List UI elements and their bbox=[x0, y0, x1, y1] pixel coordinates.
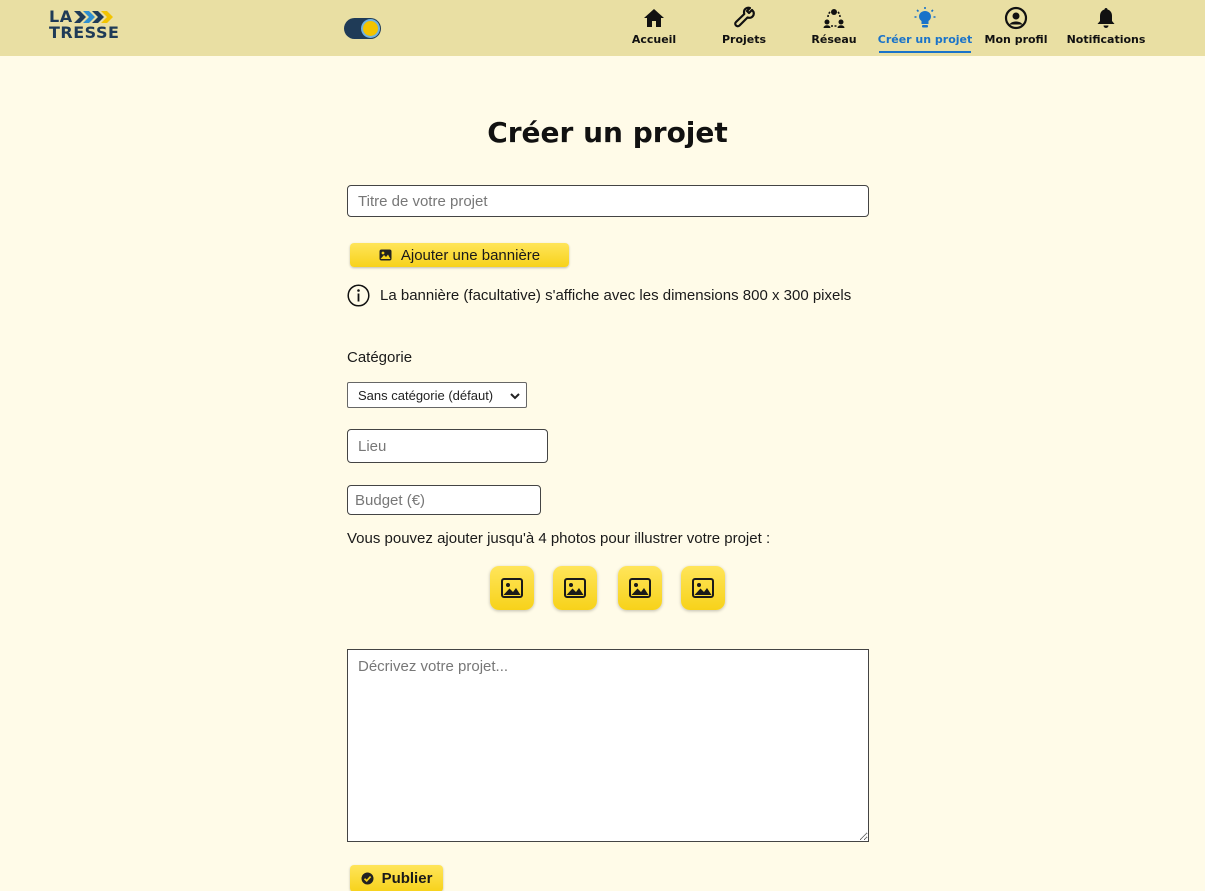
add-banner-button[interactable]: Ajouter une bannière bbox=[350, 243, 569, 267]
theme-toggle[interactable] bbox=[344, 18, 381, 39]
nav-creer-projet[interactable]: Créer un projet bbox=[878, 6, 972, 54]
nav-label: Notifications bbox=[1066, 33, 1146, 46]
nav-label: Réseau bbox=[811, 33, 857, 46]
category-selected-value: Sans catégorie (défaut) bbox=[358, 387, 494, 403]
category-select[interactable]: Sans catégorie (défaut) bbox=[347, 382, 527, 408]
image-icon bbox=[692, 578, 714, 598]
image-icon bbox=[379, 249, 392, 261]
nav-label: Mon profil bbox=[984, 33, 1048, 46]
top-navbar: LA TRESSE Accueil Projets Réseau Créer u… bbox=[0, 0, 1205, 56]
add-photo-button-1[interactable] bbox=[490, 566, 534, 610]
project-description-textarea[interactable] bbox=[347, 649, 869, 842]
chevron-down-icon bbox=[510, 393, 520, 400]
banner-info: La bannière (facultative) s'affiche avec… bbox=[347, 284, 867, 307]
nav-reseau[interactable]: Réseau bbox=[811, 6, 857, 54]
image-icon bbox=[501, 578, 523, 598]
nav-notifications[interactable]: Notifications bbox=[1067, 6, 1145, 54]
sun-icon bbox=[363, 21, 378, 36]
add-photo-button-4[interactable] bbox=[681, 566, 725, 610]
location-input[interactable] bbox=[347, 429, 548, 463]
logo-arrows-icon bbox=[74, 11, 113, 23]
publish-button[interactable]: Publier bbox=[350, 865, 443, 891]
add-photo-button-2[interactable] bbox=[553, 566, 597, 610]
nav-label: Créer un projet bbox=[877, 33, 973, 46]
category-label: Catégorie bbox=[347, 349, 413, 366]
budget-input[interactable] bbox=[347, 485, 541, 515]
bell-icon bbox=[1097, 8, 1115, 28]
nav-accueil[interactable]: Accueil bbox=[631, 6, 677, 54]
publish-label: Publier bbox=[381, 870, 433, 887]
lightbulb-icon bbox=[914, 7, 936, 28]
la-tresse-logo[interactable]: LA TRESSE bbox=[49, 9, 119, 43]
photos-label: Vous pouvez ajouter jusqu'à 4 photos pou… bbox=[347, 530, 771, 547]
image-icon bbox=[629, 578, 651, 598]
info-icon bbox=[347, 284, 370, 307]
nav-mon-profil[interactable]: Mon profil bbox=[985, 6, 1047, 54]
add-photo-button-3[interactable] bbox=[618, 566, 662, 610]
project-title-input[interactable] bbox=[347, 185, 869, 217]
image-icon bbox=[564, 578, 586, 598]
network-icon bbox=[823, 9, 845, 29]
nav-projets[interactable]: Projets bbox=[721, 6, 767, 54]
banner-info-text: La bannière (facultative) s'affiche avec… bbox=[380, 287, 852, 304]
active-indicator bbox=[879, 51, 971, 53]
home-icon bbox=[644, 9, 664, 27]
add-banner-label: Ajouter une bannière bbox=[400, 246, 541, 264]
user-circle-icon bbox=[1004, 6, 1028, 30]
check-circle-icon bbox=[361, 872, 374, 885]
nav-label: Accueil bbox=[631, 33, 677, 46]
wrench-icon bbox=[734, 6, 755, 28]
logo-line2: TRESSE bbox=[49, 23, 120, 42]
page-title: Créer un projet bbox=[487, 116, 728, 149]
nav-label: Projets bbox=[721, 33, 767, 46]
